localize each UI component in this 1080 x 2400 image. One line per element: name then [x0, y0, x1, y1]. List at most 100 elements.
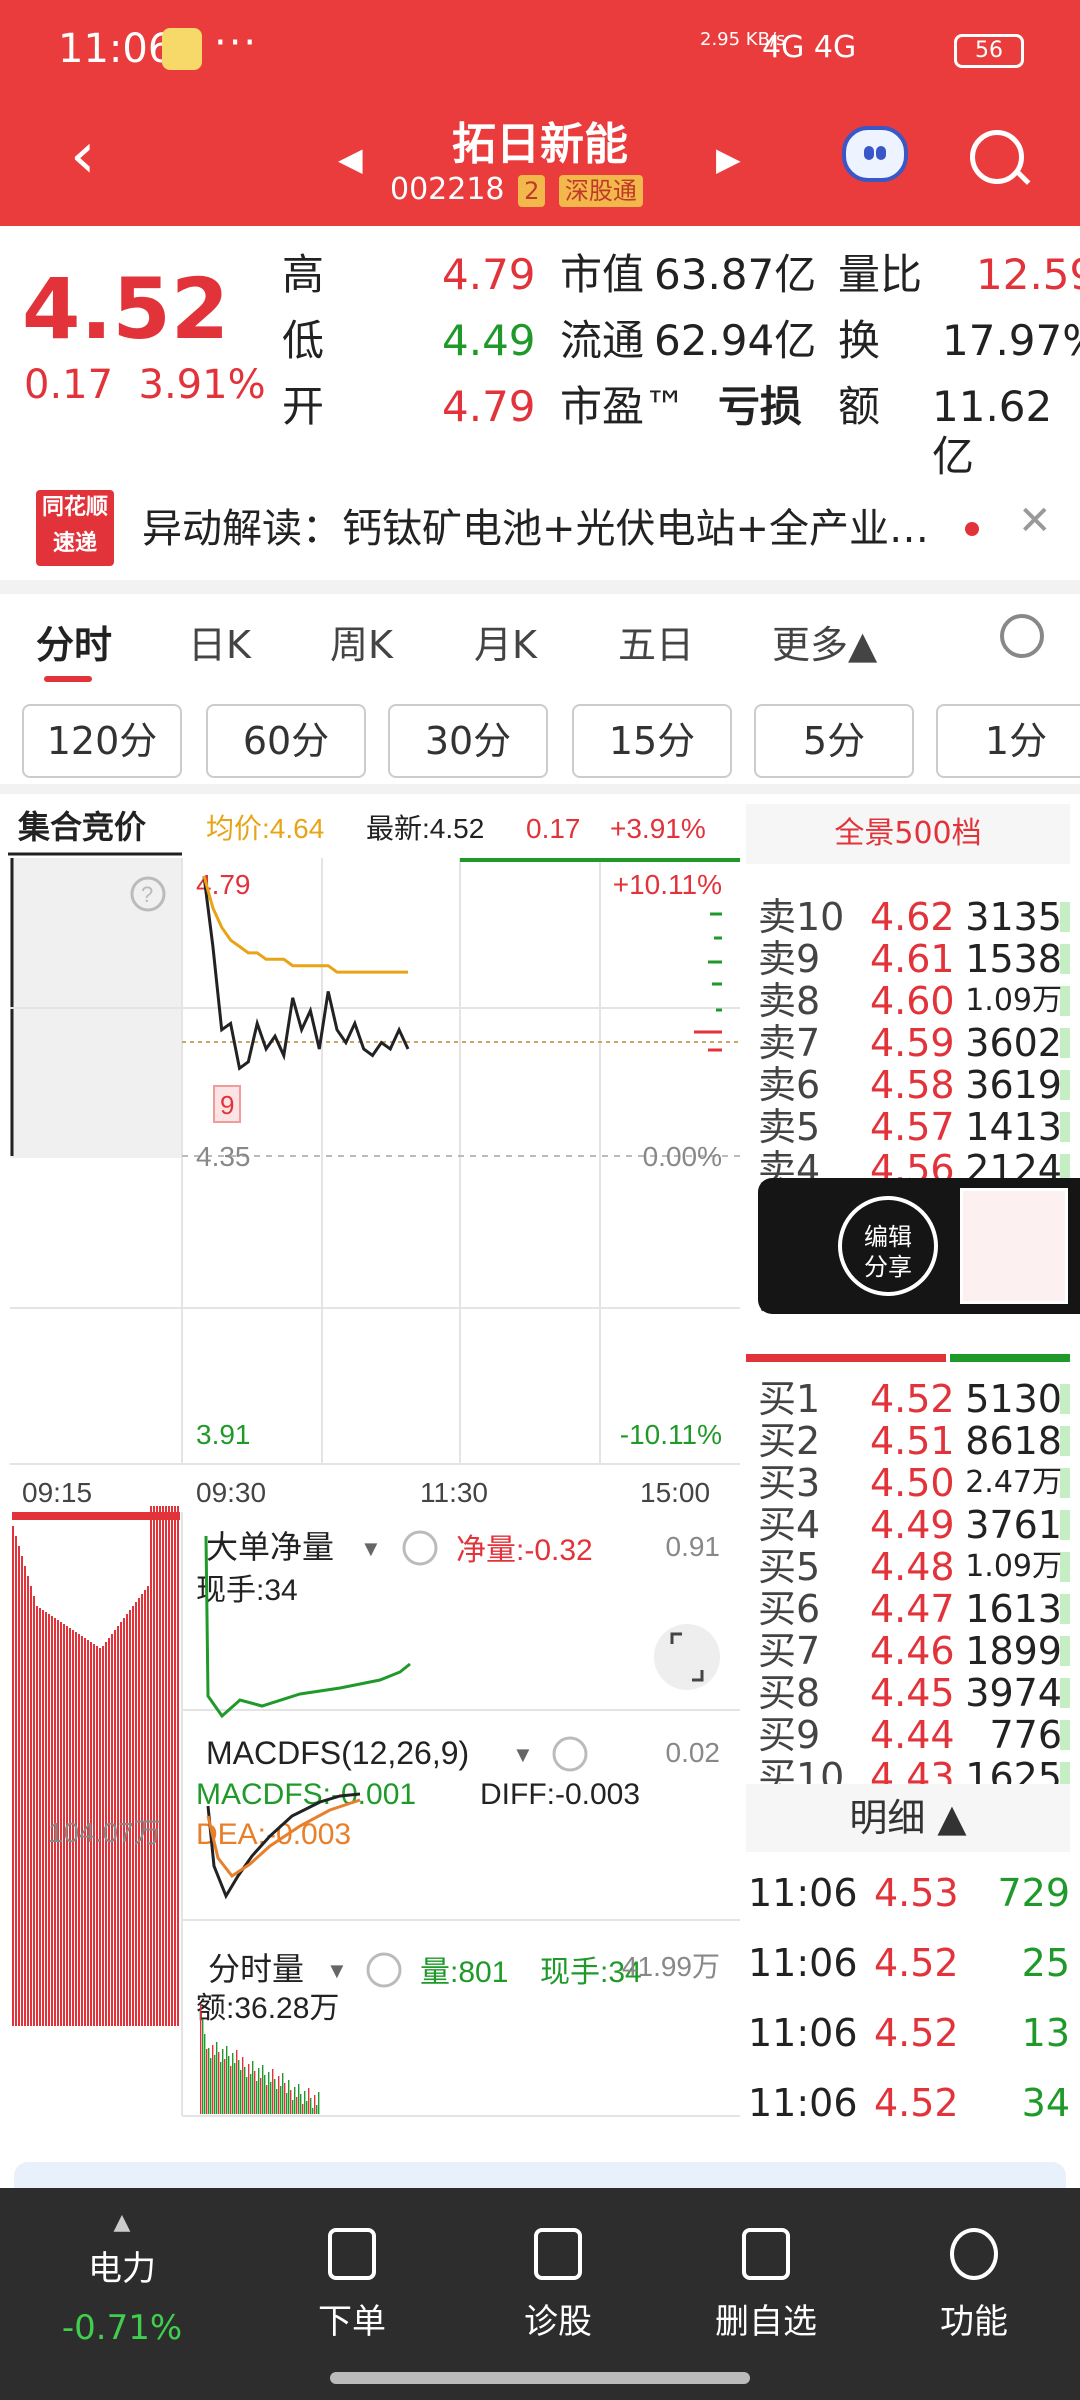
depth-volume: 3761: [965, 1503, 1062, 1547]
ask-bid-ratio-green: [950, 1354, 1070, 1362]
minute-volume-bar: [304, 2091, 306, 2114]
depth-level-label: 买8: [758, 1671, 821, 1715]
auction-volume-bar: [27, 1576, 29, 2026]
depth-volume: 776: [989, 1713, 1062, 1757]
ask-row[interactable]: 卖7 4.59 3602: [740, 1022, 1070, 1064]
tab-more[interactable]: 更多▲: [772, 614, 877, 669]
depth-level-label: 买3: [758, 1461, 821, 1505]
auction-volume-bar: [174, 1506, 176, 2026]
screenshot-thumbnail[interactable]: [960, 1188, 1068, 1304]
amount-value: 11.62亿: [932, 382, 1053, 481]
depth-volume: 3602: [965, 1021, 1062, 1065]
minute-volume-bar: [278, 2076, 280, 2114]
depth-volume: 3135: [965, 895, 1062, 939]
bid-row[interactable]: 买2 4.51 8618: [740, 1420, 1070, 1462]
news-banner[interactable]: 同花顺 速递 异动解读：钙钛矿电池+光伏电站+全产业… ✕: [0, 470, 1080, 580]
settings-hex-icon[interactable]: [1000, 614, 1044, 658]
auction-volume-bar: [177, 1506, 179, 2026]
nav-order[interactable]: 下单: [282, 2228, 422, 2343]
depth-price: 4.48: [870, 1545, 955, 1589]
nav-functions[interactable]: 功能: [904, 2228, 1044, 2343]
trade-time: 11:06: [748, 2081, 858, 2125]
bid-row[interactable]: 买6 4.47 1613: [740, 1588, 1070, 1630]
minute-volume-bar: [254, 2071, 256, 2114]
period-120[interactable]: 120分: [22, 704, 182, 778]
bid-row[interactable]: 买8 4.45 3974: [740, 1672, 1070, 1714]
minute-volume-bar: [230, 2066, 232, 2114]
help-icon[interactable]: [402, 1530, 438, 1566]
depth-level-label: 买4: [758, 1503, 821, 1547]
auction-volume-bar: [30, 1586, 32, 2026]
dropdown-icon[interactable]: ▼: [512, 1742, 534, 1767]
bid-row[interactable]: 买7 4.46 1899: [740, 1630, 1070, 1672]
ask-row[interactable]: 卖6 4.58 3619: [740, 1064, 1070, 1106]
y-mid-label: 4.35: [196, 1141, 251, 1172]
search-icon[interactable]: [970, 130, 1024, 184]
nav-diagnose[interactable]: 诊股: [488, 2228, 628, 2343]
expand-button[interactable]: [654, 1624, 720, 1690]
minute-volume-bar: [282, 2073, 284, 2114]
auction-label: 集合竞价: [17, 809, 146, 845]
change-percent: 3.91%: [138, 362, 266, 408]
depth-level-label: 卖5: [758, 1105, 821, 1149]
period-5[interactable]: 5分: [754, 704, 914, 778]
minute-volume-bar: [242, 2057, 244, 2114]
dropdown-icon[interactable]: ▼: [360, 1536, 382, 1561]
next-stock-icon[interactable]: ▶: [716, 140, 741, 178]
battery-icon: 56: [954, 34, 1024, 68]
ask-row[interactable]: 卖9 4.61 1538: [740, 938, 1070, 980]
bid-row[interactable]: 买1 4.52 5130: [740, 1378, 1070, 1420]
tab-five-day[interactable]: 五日: [618, 614, 694, 669]
quote-panel: 4.52 0.17 3.91% 高 4.79 低 4.49 开 4.79 市值 …: [0, 226, 1080, 481]
period-60[interactable]: 60分: [206, 704, 366, 778]
minute-volume-bar: [222, 2049, 224, 2114]
robot-assistant-icon[interactable]: [842, 126, 908, 182]
help-icon[interactable]: [552, 1736, 588, 1772]
macd-title[interactable]: MACDFS(12,26,9): [206, 1735, 469, 1771]
close-icon[interactable]: ✕: [1018, 498, 1052, 544]
ask-row[interactable]: 卖10 4.62 3135: [740, 896, 1070, 938]
tab-intraday[interactable]: 分时: [36, 614, 112, 669]
floating-share-window[interactable]: 编辑 分享: [758, 1178, 1080, 1314]
minute-volume-bar: [226, 2046, 228, 2114]
tab-daily-k[interactable]: 日K: [188, 614, 251, 669]
detail-header[interactable]: 明细 ▲: [746, 1784, 1070, 1852]
mcap-label: 市值: [560, 250, 645, 299]
dropdown-icon[interactable]: ▼: [326, 1958, 348, 1983]
bid-row[interactable]: 买5 4.48 1.09万: [740, 1546, 1070, 1588]
edit-share-button[interactable]: 编辑 分享: [838, 1196, 938, 1296]
ask-row[interactable]: 卖8 4.60 1.09万: [740, 980, 1070, 1022]
period-30[interactable]: 30分: [388, 704, 548, 778]
nav-sector[interactable]: ▲ 电力 -0.71%: [52, 2210, 192, 2348]
pe-value: 亏损: [718, 382, 803, 431]
auction-volume-bar: [18, 1546, 20, 2026]
bid-row[interactable]: 买3 4.50 2.47万: [740, 1462, 1070, 1504]
minute-volume-bar: [216, 2042, 218, 2114]
stock-code-row: 002218 2 深股通: [390, 172, 643, 207]
depth-volume: 3619: [965, 1063, 1062, 1107]
bid-row[interactable]: 买9 4.44 776: [740, 1714, 1070, 1756]
current-price: 4.52: [22, 260, 230, 358]
nav-remove-watchlist[interactable]: 删自选: [696, 2228, 836, 2343]
volume-amount: 额:36.28万: [196, 1992, 339, 2025]
help-icon[interactable]: [366, 1952, 402, 1988]
y-low-pct-label: -10.11%: [620, 1419, 722, 1450]
ask-row[interactable]: 卖5 4.57 1413: [740, 1106, 1070, 1148]
high-label: 高: [282, 250, 325, 299]
unread-dot: [965, 522, 979, 536]
now-hand: 现手:34: [196, 1574, 298, 1607]
intraday-chart[interactable]: 集合竞价 均价:4.64 最新:4.52 0.17 +3.91% ? 4.79 …: [0, 796, 740, 2136]
big-order-title[interactable]: 大单净量: [206, 1529, 334, 1565]
volume-title[interactable]: 分时量: [208, 1951, 304, 1987]
tab-weekly-k[interactable]: 周K: [330, 614, 393, 669]
depth-title[interactable]: 全景500档: [746, 804, 1070, 864]
expand-up-icon: ▲: [113, 2210, 131, 2235]
bid-row[interactable]: 买4 4.49 3761: [740, 1504, 1070, 1546]
news-text[interactable]: 异动解读：钙钛矿电池+光伏电站+全产业…: [142, 496, 929, 554]
period-1[interactable]: 1分: [936, 704, 1080, 778]
period-15[interactable]: 15分: [572, 704, 732, 778]
trade-price: 4.53: [874, 1871, 959, 1915]
tab-monthly-k[interactable]: 月K: [474, 614, 537, 669]
divider: [0, 784, 1080, 794]
minute-volume-bar: [292, 2100, 294, 2114]
